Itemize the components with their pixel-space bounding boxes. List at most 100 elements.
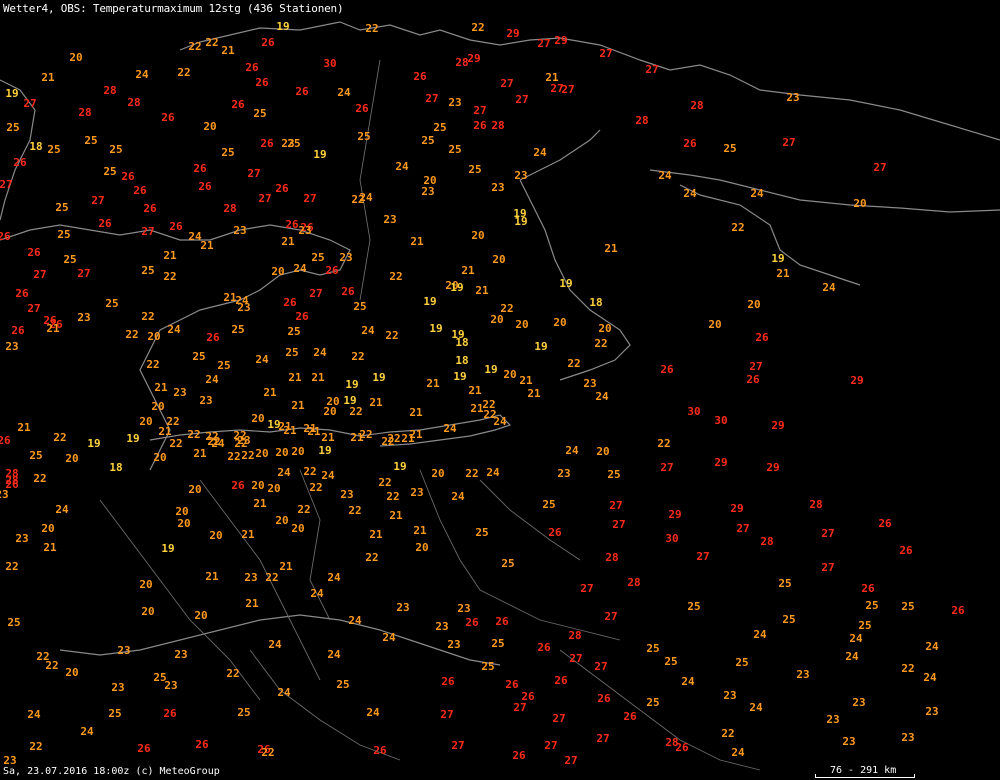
station-temperature: 24 <box>822 281 836 294</box>
station-temperature: 25 <box>664 655 677 668</box>
station-temperature: 21 <box>263 386 277 399</box>
station-temperature: 26 <box>27 246 41 259</box>
station-temperature: 26 <box>473 119 487 132</box>
station-temperature: 25 <box>858 619 871 632</box>
station-temperature: 23 <box>786 91 799 104</box>
station-temperature: 22 <box>378 476 391 489</box>
station-temperature: 19 <box>484 363 497 376</box>
station-temperature: 20 <box>471 229 484 242</box>
station-temperature: 21 <box>527 387 541 400</box>
station-temperature: 26 <box>537 641 551 654</box>
station-temperature: 27 <box>569 652 582 665</box>
station-temperature: 23 <box>448 96 461 109</box>
station-temperature: 23 <box>340 488 353 501</box>
station-temperature: 23 <box>491 181 504 194</box>
station-temperature: 20 <box>255 447 268 460</box>
station-temperature: 20 <box>251 412 264 425</box>
station-temperature: 28 <box>760 535 773 548</box>
station-temperature: 26 <box>554 674 568 687</box>
station-temperature: 22 <box>29 740 42 753</box>
station-temperature: 28 <box>78 106 91 119</box>
station-temperature: 22 <box>365 22 378 35</box>
station-temperature: 25 <box>6 121 19 134</box>
station-temperature: 24 <box>255 353 269 366</box>
station-temperature: 21 <box>41 71 55 84</box>
station-temperature: 20 <box>275 514 288 527</box>
station-temperature: 25 <box>421 134 434 147</box>
station-temperature: 21 <box>369 528 383 541</box>
station-temperature: 26 <box>413 70 427 83</box>
station-temperature: 21 <box>475 284 489 297</box>
station-temperature: 21 <box>278 420 292 433</box>
station-temperature: 26 <box>441 675 455 688</box>
station-temperature: 27 <box>645 63 658 76</box>
station-temperature: 26 <box>133 184 147 197</box>
station-temperature: 26 <box>206 331 220 344</box>
station-temperature: 29 <box>714 456 727 469</box>
station-temperature: 27 <box>23 97 36 110</box>
station-temperature: 21 <box>776 267 790 280</box>
station-temperature: 21 <box>291 399 305 412</box>
station-temperature: 26 <box>137 742 151 755</box>
station-temperature: 22 <box>125 328 138 341</box>
station-temperature: 26 <box>755 331 769 344</box>
station-temperature: 23 <box>421 185 434 198</box>
station-temperature: 26 <box>231 479 245 492</box>
station-temperature: 20 <box>65 666 78 679</box>
station-temperature: 21 <box>154 381 168 394</box>
station-temperature: 19 <box>429 322 442 335</box>
station-temperature: 20 <box>490 313 503 326</box>
station-temperature: 27 <box>873 161 886 174</box>
station-temperature: 20 <box>415 541 428 554</box>
station-temperature: 24 <box>359 191 373 204</box>
station-temperature: 25 <box>468 163 481 176</box>
station-temperature: 20 <box>747 298 760 311</box>
station-temperature: 18 <box>455 354 468 367</box>
station-temperature: 20 <box>275 446 288 459</box>
station-temperature: 26 <box>198 180 212 193</box>
station-temperature: 22 <box>901 662 914 675</box>
station-temperature: 24 <box>277 466 291 479</box>
station-temperature: 20 <box>139 415 152 428</box>
station-temperature: 23 <box>457 602 470 615</box>
station-temperature: 23 <box>396 601 409 614</box>
station-temperature: 21 <box>369 396 383 409</box>
station-temperature: 26 <box>245 61 259 74</box>
station-temperature: 29 <box>668 508 681 521</box>
station-temperature: 21 <box>279 560 293 573</box>
station-temperature: 21 <box>413 524 427 537</box>
station-temperature: 27 <box>27 302 40 315</box>
station-temperature: 25 <box>237 706 250 719</box>
map-title: Wetter4, OBS: Temperaturmaximum 12stg (4… <box>3 2 344 15</box>
station-temperature: 27 <box>500 77 513 90</box>
station-temperature: 25 <box>105 297 118 310</box>
station-temperature: 26 <box>512 749 526 762</box>
station-temperature: 22 <box>359 428 372 441</box>
station-temperature: 21 <box>288 371 302 384</box>
station-temperature: 22 <box>348 504 361 517</box>
station-temperature: 26 <box>878 517 892 530</box>
station-temperature: 24 <box>313 346 327 359</box>
station-temperature: 23 <box>164 679 177 692</box>
station-temperature: 24 <box>293 262 307 275</box>
station-temperature: 24 <box>395 160 409 173</box>
station-temperature: 23 <box>410 486 423 499</box>
station-temperature: 27 <box>580 582 593 595</box>
station-temperature: 22 <box>261 746 274 759</box>
station-temperature: 25 <box>353 300 366 313</box>
station-temperature: 23 <box>111 681 124 694</box>
station-temperature: 24 <box>327 648 341 661</box>
station-temperature: 22 <box>141 310 154 323</box>
station-temperature: 23 <box>0 488 9 501</box>
station-temperature: 24 <box>845 650 859 663</box>
station-temperature: 26 <box>623 710 637 723</box>
station-temperature: 26 <box>15 287 29 300</box>
station-temperature: 26 <box>163 707 177 720</box>
station-temperature: 24 <box>923 671 937 684</box>
station-temperature: 27 <box>141 225 154 238</box>
station-temperature: 24 <box>683 187 697 200</box>
station-temperature: 26 <box>143 202 157 215</box>
station-temperature: 28 <box>690 99 703 112</box>
station-temperature: 24 <box>167 323 181 336</box>
station-temperature: 23 <box>796 668 809 681</box>
